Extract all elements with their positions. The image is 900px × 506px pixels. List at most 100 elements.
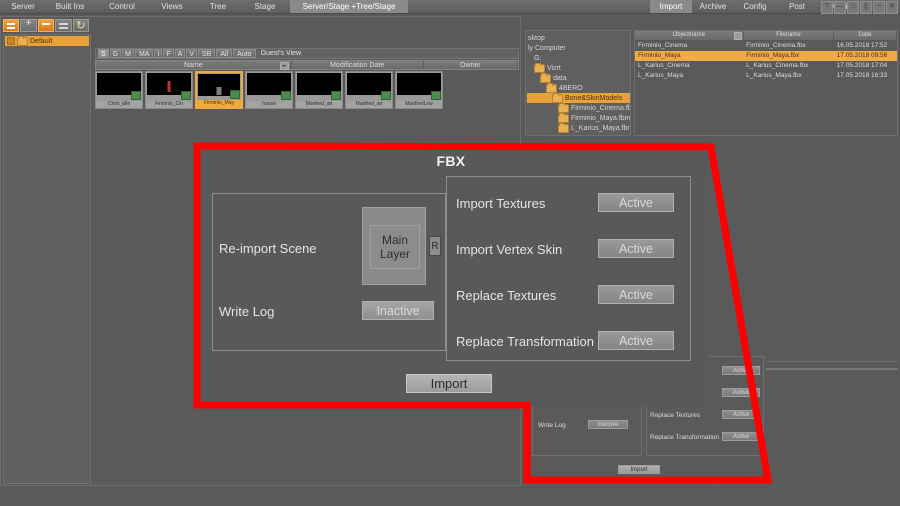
- lock-icon[interactable]: [3, 18, 20, 32]
- folder-tree-item[interactable]: data: [527, 72, 630, 83]
- import-file-row[interactable]: Firminio_Cinema Firminio_Cinema.fbx 16.05.…: [635, 41, 897, 51]
- option-label-import-vertex-skin: Import Vertex Skin: [456, 242, 563, 257]
- fbx-import-button[interactable]: Import: [406, 374, 492, 393]
- filter-button-s[interactable]: S: [98, 49, 109, 58]
- small-option-toggle[interactable]: Active: [722, 366, 760, 375]
- menu-item-config[interactable]: Config: [734, 0, 776, 13]
- sort-descending-icon[interactable]: [733, 32, 742, 40]
- guest-view-label[interactable]: Guest's View: [257, 49, 304, 58]
- close-icon[interactable]: ✕: [886, 1, 898, 14]
- import-folder-tree[interactable]: sktop ly Computer G: Vizrt data 4BERO Bone&Ski…: [525, 30, 631, 136]
- menu-item-import[interactable]: Import: [650, 0, 692, 13]
- add-icon[interactable]: [20, 18, 37, 32]
- scene-thumbnail[interactable]: Firminio_May: [195, 71, 243, 109]
- scene-filter-bar[interactable]: S G M MA I F A V SB All Auto Guest's View: [95, 48, 519, 59]
- column-header-name[interactable]: Name: [96, 61, 292, 70]
- folder-tree-item[interactable]: ly Computer: [527, 43, 630, 53]
- scene-list-header[interactable]: Name Modification Date Owner: [95, 60, 519, 70]
- import-cell-objectname: L_Karius_Cinema: [638, 62, 690, 69]
- filter-button-g[interactable]: G: [109, 49, 122, 58]
- scene-thumbnail[interactable]: Manfred_an: [345, 71, 393, 109]
- folder-tree-item[interactable]: Firminio_Cinema.fbm: [527, 102, 630, 113]
- small-import-button[interactable]: Import: [618, 465, 660, 474]
- layer-reset-button[interactable]: R: [429, 236, 441, 256]
- thumbnail-label: Firminio_Cin: [146, 101, 192, 108]
- expander-icon[interactable]: [7, 37, 15, 45]
- import-list-body[interactable]: Firminio_Cinema Firminio_Cinema.fbx 16.05.…: [635, 41, 897, 81]
- filter-button-auto[interactable]: Auto: [233, 49, 256, 58]
- folder-tree-item[interactable]: G:: [527, 53, 630, 63]
- tree-item-default-label: Default: [30, 37, 53, 45]
- scene-thumbnail[interactable]: Chris_idle: [95, 71, 143, 109]
- menu-item-views[interactable]: Views: [148, 0, 196, 13]
- import-file-row[interactable]: L_Karius_Cinema L_Karius_Cinema.fbx 17.05.…: [635, 61, 897, 71]
- option-label-import-textures: Import Textures: [456, 196, 546, 211]
- scene-type-badge: [131, 91, 141, 100]
- menu-item-stage[interactable]: Stage: [240, 0, 290, 13]
- menu-item-tree[interactable]: Tree: [196, 0, 240, 13]
- import-file-list[interactable]: Objectname Filename Date Firminio_Cinema Fi…: [634, 30, 898, 136]
- import-file-row[interactable]: L_Karius_Maya L_Karius_Maya.fbx 17.05.2018…: [635, 71, 897, 81]
- option-toggle-import-textures[interactable]: Active: [598, 193, 674, 212]
- option-toggle-replace-transformation[interactable]: Active: [598, 331, 674, 350]
- filter-button-sb[interactable]: SB: [198, 49, 216, 58]
- import-column-header-date[interactable]: Date: [834, 31, 897, 40]
- option-toggle-replace-textures[interactable]: Active: [598, 285, 674, 304]
- minimize-icon[interactable]: —: [834, 1, 846, 14]
- menu-item-built-ins[interactable]: Built Ins: [44, 0, 96, 13]
- scenes-tree[interactable]: Default: [3, 34, 91, 484]
- folder-tree-item[interactable]: 4BERO: [527, 82, 630, 93]
- filter-button-ma[interactable]: MA: [134, 49, 154, 58]
- tree-item-default[interactable]: Default: [5, 35, 89, 46]
- filter-button-i[interactable]: I: [154, 49, 163, 58]
- menu-item-server-stage-tree-stage[interactable]: Server/Stage +Tree/Stage: [290, 0, 408, 13]
- column-header-owner[interactable]: Owner: [424, 61, 518, 69]
- column-header-modification-date[interactable]: Modification Date: [292, 61, 424, 69]
- reimport-scene-label: Re-import Scene: [219, 241, 317, 256]
- folder-tree-item-label: L_Karius_Maya.fbm: [571, 124, 631, 132]
- refresh-icon[interactable]: [72, 18, 90, 32]
- scene-thumbnail[interactable]: ManfredLow: [395, 71, 443, 109]
- small-option-toggle[interactable]: Active: [722, 432, 760, 441]
- window-controls[interactable]: ? — □ || ~ ✕: [821, 1, 898, 14]
- layer-container: Main Layer: [362, 207, 426, 285]
- folder-tree-item[interactable]: sktop: [527, 33, 630, 43]
- option-toggle-import-vertex-skin[interactable]: Active: [598, 239, 674, 258]
- list-icon[interactable]: [55, 18, 72, 32]
- new-folder-icon[interactable]: [37, 18, 55, 32]
- import-column-header-objectname[interactable]: Objectname: [635, 31, 744, 40]
- small-option-toggle[interactable]: Active: [722, 410, 760, 419]
- filter-button-a[interactable]: A: [174, 49, 186, 58]
- menu-item-archive[interactable]: Archive: [692, 0, 734, 13]
- import-column-header-filename[interactable]: Filename: [744, 31, 835, 40]
- column-header-label: Modification Date: [330, 62, 385, 69]
- write-log-button[interactable]: Inactive: [362, 301, 434, 320]
- pause-icon[interactable]: ||: [860, 1, 872, 14]
- shrink-icon[interactable]: ~: [873, 1, 885, 14]
- folder-tree-item[interactable]: Bone&SkinModels: [527, 92, 630, 103]
- folder-tree-item[interactable]: L_Karius_Maya.fbm: [527, 122, 631, 133]
- menu-item-server[interactable]: Server: [2, 0, 44, 13]
- scene-thumbnail-strip[interactable]: Chris_idle Firminio_Cin Firminio_May house M…: [95, 71, 519, 111]
- import-file-row[interactable]: Firminio_Maya Firminio_Maya.fbx 17.05.2018…: [635, 51, 897, 61]
- folder-tree-item[interactable]: Firminio_Maya.fbm: [527, 112, 630, 123]
- filter-button-all[interactable]: All: [216, 49, 233, 58]
- menu-item-control[interactable]: Control: [96, 0, 148, 13]
- small-writelog-button[interactable]: Inactive: [588, 420, 628, 429]
- help-icon[interactable]: ?: [821, 1, 833, 14]
- menu-item-post[interactable]: Post: [776, 0, 818, 13]
- scenes-toolbar[interactable]: [3, 18, 90, 32]
- main-layer-button[interactable]: Main Layer: [370, 225, 420, 269]
- small-option-toggle[interactable]: Active: [722, 388, 760, 397]
- scene-thumbnail[interactable]: Firminio_Cin: [145, 71, 193, 109]
- restore-icon[interactable]: □: [847, 1, 859, 14]
- filter-button-m[interactable]: M: [122, 49, 134, 58]
- folder-tree-item[interactable]: Vizrt: [527, 62, 630, 73]
- scene-thumbnail[interactable]: Manfred_an: [295, 71, 343, 109]
- import-list-header[interactable]: Objectname Filename Date: [635, 31, 897, 41]
- scene-thumbnail[interactable]: house: [245, 71, 293, 109]
- filter-button-f[interactable]: F: [163, 49, 174, 58]
- filter-button-v[interactable]: V: [186, 49, 198, 58]
- sort-descending-icon[interactable]: [279, 62, 289, 70]
- import-cell-objectname: Firminio_Cinema: [638, 42, 688, 49]
